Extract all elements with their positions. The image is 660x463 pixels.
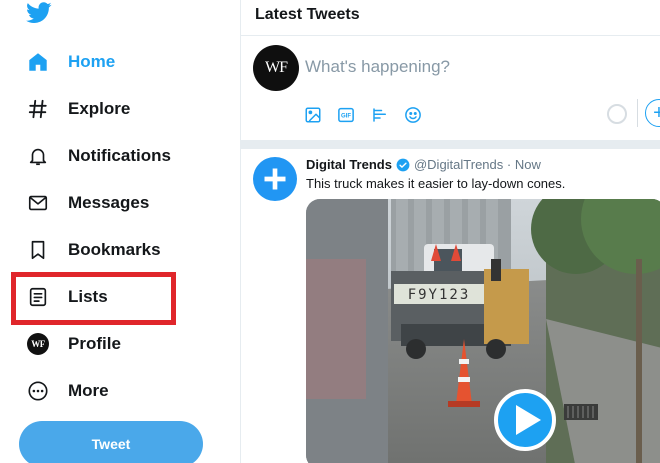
- poll-icon[interactable]: [370, 105, 390, 125]
- character-counter-ring: [607, 104, 627, 124]
- tweet-text: This truck makes it easier to lay-down c…: [306, 176, 566, 191]
- sidebar-item-label: Explore: [68, 99, 131, 118]
- avatar-initials: WF: [265, 59, 288, 76]
- sidebar-item-label: More: [68, 381, 109, 400]
- timeline-header: Latest Tweets: [241, 0, 660, 36]
- main-timeline: Latest Tweets WF GIF + Digital Trends: [240, 0, 660, 463]
- composer-divider: [637, 99, 638, 127]
- sidebar-item-more[interactable]: More: [16, 371, 216, 411]
- envelope-icon: [25, 190, 51, 216]
- digital-trends-avatar[interactable]: [253, 157, 297, 201]
- bell-icon: [25, 143, 51, 169]
- sidebar-item-label: Profile: [68, 334, 121, 353]
- sidebar-item-notifications[interactable]: Notifications: [16, 136, 216, 176]
- hashtag-icon: [25, 96, 51, 122]
- tweet-handle: @DigitalTrends · Now: [413, 157, 541, 172]
- sidebar-item-label: Home: [68, 52, 116, 71]
- license-plate-text: F9Y123: [408, 287, 471, 303]
- more-icon: [25, 378, 51, 404]
- tweet-card[interactable]: Digital Trends @DigitalTrends · Now This…: [241, 149, 660, 463]
- bookmark-icon: [25, 237, 51, 263]
- sidebar-item-bookmarks[interactable]: Bookmarks: [16, 230, 216, 270]
- lists-highlight-box: [11, 272, 176, 325]
- twitter-logo-icon[interactable]: [26, 2, 52, 24]
- tweet-composer: WF GIF +: [241, 37, 660, 140]
- verified-badge-icon: [396, 158, 410, 171]
- sidebar-item-label: Messages: [68, 193, 150, 212]
- sidebar: Home Explore Notifications Messages Book…: [0, 0, 240, 463]
- tweet-button[interactable]: Tweet: [19, 421, 203, 463]
- profile-avatar: WF: [25, 331, 51, 357]
- sidebar-item-label: Notifications: [68, 146, 171, 165]
- tweet-header: Digital Trends @DigitalTrends · Now: [306, 157, 541, 172]
- gif-icon[interactable]: GIF: [336, 105, 356, 125]
- page-title: Latest Tweets: [255, 6, 360, 23]
- composer-avatar[interactable]: WF: [253, 45, 299, 91]
- sidebar-item-explore[interactable]: Explore: [16, 89, 216, 129]
- image-icon[interactable]: [303, 105, 323, 125]
- sidebar-item-home[interactable]: Home: [16, 42, 216, 82]
- compose-input[interactable]: [305, 57, 635, 77]
- home-icon: [25, 49, 51, 75]
- emoji-icon[interactable]: [403, 105, 423, 125]
- timeline-separator: [241, 140, 660, 149]
- sidebar-item-label: Bookmarks: [68, 240, 161, 259]
- video-frame: F9Y123: [306, 199, 660, 463]
- add-tweet-icon[interactable]: +: [645, 99, 660, 127]
- avatar-initials: WF: [27, 333, 49, 355]
- sidebar-item-profile[interactable]: WF Profile: [16, 324, 216, 364]
- sidebar-item-messages[interactable]: Messages: [16, 183, 216, 223]
- tweet-video[interactable]: F9Y123: [306, 199, 660, 463]
- svg-text:GIF: GIF: [341, 114, 351, 120]
- tweet-author[interactable]: Digital Trends: [306, 157, 392, 172]
